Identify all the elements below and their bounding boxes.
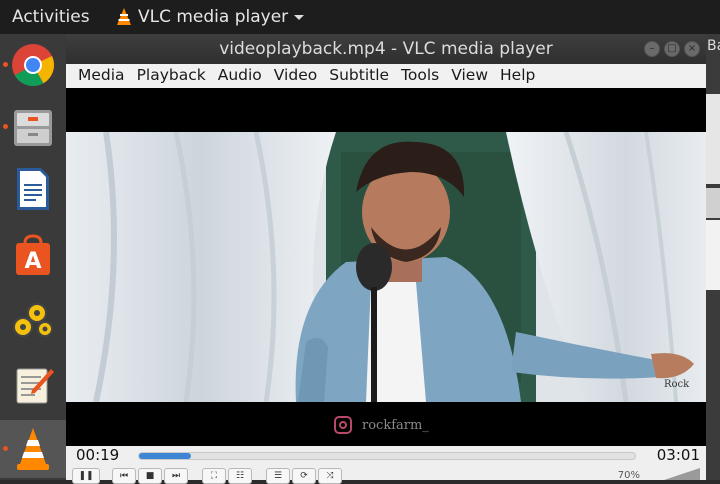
fullscreen-button[interactable]: ⛶: [202, 468, 226, 484]
title-bar[interactable]: videoplayback.mp4 - VLC media player – □…: [66, 34, 706, 64]
dock-item-software[interactable]: A: [0, 226, 66, 284]
minimize-icon: –: [649, 43, 655, 54]
vlc-window: videoplayback.mp4 - VLC media player – □…: [66, 34, 706, 484]
volume-slider[interactable]: [664, 468, 700, 480]
menu-media[interactable]: Media: [66, 64, 131, 88]
menu-subtitle-label: Subtitle: [329, 66, 390, 84]
dock-item-writer[interactable]: [0, 160, 66, 218]
seek-bar[interactable]: [138, 452, 636, 460]
menu-view[interactable]: View: [445, 64, 494, 88]
menu-playback[interactable]: Playback: [131, 64, 212, 88]
total-time[interactable]: 03:01: [657, 446, 700, 464]
volume-percent: 70%: [617, 470, 640, 481]
menu-subtitle[interactable]: Subtitle: [323, 64, 395, 88]
dock-item-files[interactable]: [0, 98, 66, 156]
loop-button[interactable]: ⟳: [292, 468, 316, 484]
dock-item-vlc[interactable]: [0, 420, 66, 478]
text-editor-icon: [16, 368, 54, 404]
maximize-button[interactable]: □: [664, 41, 680, 57]
files-icon: [14, 110, 52, 146]
extended-settings-button[interactable]: ☷: [228, 468, 252, 484]
top-bar: Activities VLC media player: [0, 0, 720, 34]
close-button[interactable]: ×: [684, 41, 700, 57]
playlist-button[interactable]: ☰: [266, 468, 290, 484]
dock: A: [0, 34, 66, 480]
app-menu-label: VLC media player: [138, 7, 289, 27]
chrome-icon: [12, 44, 55, 87]
video-watermark: rockfarm_: [334, 416, 429, 434]
menu-media-label: Media: [78, 66, 125, 84]
elapsed-time: 00:19: [76, 446, 120, 464]
background-window[interactable]: Ba: [706, 34, 720, 480]
svg-text:A: A: [24, 249, 41, 274]
writer-icon: [17, 168, 49, 210]
menu-tools[interactable]: Tools: [395, 64, 445, 88]
running-indicator: [3, 446, 8, 451]
menu-video[interactable]: Video: [268, 64, 323, 88]
chevron-down-icon: [294, 14, 305, 20]
instagram-icon: [334, 416, 352, 434]
running-indicator: [3, 124, 8, 129]
minimize-button[interactable]: –: [644, 41, 660, 57]
maximize-icon: □: [667, 43, 677, 54]
video-logo-text: Rock: [664, 379, 690, 390]
menu-help[interactable]: Help: [494, 64, 541, 88]
dock-item-text-editor[interactable]: [0, 356, 66, 414]
menu-video-label: Video: [273, 66, 318, 84]
stop-button[interactable]: ■: [138, 468, 162, 484]
menu-tools-label: Tools: [401, 66, 440, 84]
video-frame: Rock: [66, 132, 706, 402]
menu-bar: Media Playback Audio Video Subtitle Tool…: [66, 64, 706, 88]
menu-help-label: Help: [500, 66, 536, 84]
pause-button[interactable]: ❚❚: [72, 468, 100, 484]
running-indicator: [3, 62, 8, 67]
software-center-icon: A: [16, 234, 50, 275]
activities-button[interactable]: Activities: [12, 7, 90, 27]
shuffle-button[interactable]: ⤨: [318, 468, 342, 484]
app-menu[interactable]: VLC media player: [116, 7, 305, 27]
next-button[interactable]: ⏭: [164, 468, 188, 484]
menu-audio[interactable]: Audio: [212, 64, 268, 88]
dock-item-settings[interactable]: [0, 292, 66, 350]
menu-view-label: View: [451, 66, 489, 84]
menu-playback-label: Playback: [136, 66, 206, 84]
vlc-icon: [17, 428, 49, 470]
menu-audio-label: Audio: [217, 66, 262, 84]
settings-gears-icon: [13, 303, 53, 337]
dock-item-chrome[interactable]: [0, 36, 66, 94]
control-bar: 00:19 03:01 ❚❚ ⏮ ■ ⏭ ⛶ ☷ ☰ ⟳ ⤨ 70%: [66, 446, 706, 484]
previous-button[interactable]: ⏮: [112, 468, 136, 484]
watermark-text: rockfarm_: [362, 417, 429, 433]
video-area[interactable]: Rock rockfarm_: [66, 88, 706, 446]
background-window-text: Ba: [707, 38, 720, 54]
video-frame-image: Rock: [66, 132, 706, 402]
vlc-cone-icon: [117, 8, 131, 25]
close-icon: ×: [687, 43, 697, 54]
seek-bar-fill: [139, 453, 192, 459]
window-title: videoplayback.mp4 - VLC media player: [219, 39, 553, 59]
